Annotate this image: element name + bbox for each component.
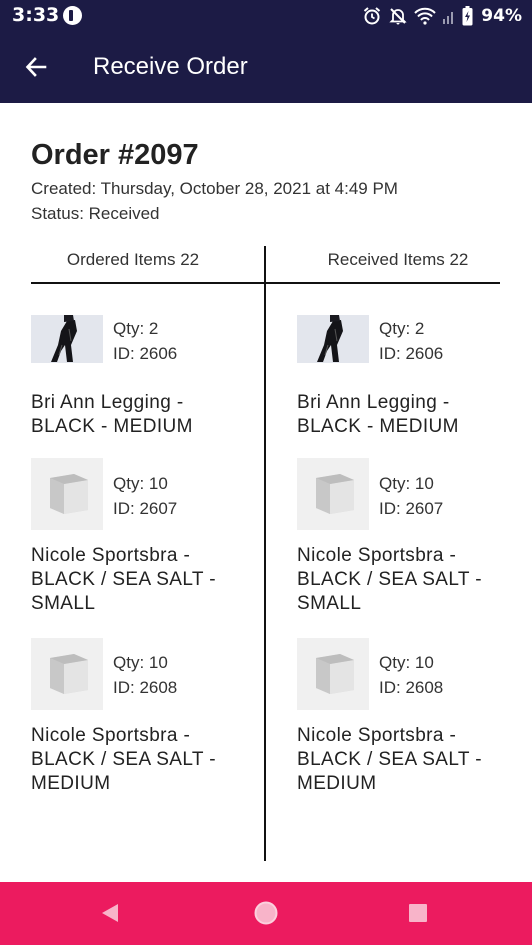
nav-home-button[interactable] (249, 896, 283, 930)
notification-icon (63, 6, 82, 25)
order-title: Order #2097 (31, 139, 199, 171)
item-name-line: Nicole Sportsbra - (297, 545, 457, 566)
item-qty: Qty: 2 (379, 319, 425, 338)
order-created: Created: Thursday, October 28, 2021 at 4… (31, 179, 398, 198)
alarm-icon (364, 6, 381, 24)
product-photo (31, 315, 103, 363)
home-circle-icon (254, 901, 278, 925)
item-name-line: MEDIUM (31, 773, 111, 794)
item-name-line: SMALL (297, 593, 362, 614)
item-qty: Qty: 10 (113, 653, 168, 672)
status-bar: 3:33 94% (0, 0, 532, 31)
wifi-icon (414, 7, 437, 25)
item-name-line: BLACK - MEDIUM (31, 416, 193, 437)
item-name: Nicole Sportsbra - BLACK / SEA SALT - ME… (297, 724, 527, 796)
order-content: Order #2097 Created: Thursday, October 2… (0, 103, 532, 882)
signal-icon (443, 11, 454, 24)
app-title: Receive Order (93, 53, 248, 80)
item-name-line: Nicole Sportsbra - (297, 725, 457, 746)
item-id: ID: 2606 (379, 344, 444, 363)
notifications-off-icon (389, 7, 407, 24)
placeholder-box-icon (297, 638, 369, 710)
nav-back-button[interactable] (93, 896, 127, 930)
placeholder-box-icon (31, 458, 103, 530)
received-items-header: Received Items 22 (327, 250, 469, 269)
item-name-line: Nicole Sportsbra - (31, 545, 191, 566)
ordered-items-header: Ordered Items 22 (66, 250, 200, 269)
app-bar: Receive Order (0, 31, 532, 103)
order-status: Status: Received (31, 204, 160, 223)
status-time: 3:33 (12, 4, 60, 26)
item-name-line: MEDIUM (297, 773, 377, 794)
item-id: ID: 2608 (113, 678, 178, 697)
item-name-line: Bri Ann Legging - (31, 392, 184, 413)
item-qty: Qty: 2 (113, 319, 159, 338)
item-name: Bri Ann Legging - BLACK - MEDIUM (297, 391, 527, 439)
back-button[interactable] (18, 49, 54, 85)
system-nav-bar (0, 882, 532, 945)
status-icons: 94% (362, 0, 522, 31)
back-triangle-icon (102, 904, 118, 922)
item-name: Nicole Sportsbra - BLACK / SEA SALT - SM… (31, 544, 261, 616)
item-id: ID: 2606 (113, 344, 178, 363)
item-name-line: BLACK - MEDIUM (297, 416, 459, 437)
placeholder-box-icon (31, 638, 103, 710)
placeholder-box-icon (297, 458, 369, 530)
item-id: ID: 2607 (113, 499, 178, 518)
item-name-line: BLACK / SEA SALT - (297, 749, 482, 770)
item-id: ID: 2608 (379, 678, 444, 697)
item-id: ID: 2607 (379, 499, 444, 518)
column-divider (264, 246, 266, 861)
item-name: Bri Ann Legging - BLACK - MEDIUM (31, 391, 261, 439)
item-name-line: BLACK / SEA SALT - (31, 569, 216, 590)
arrow-left-icon (25, 57, 47, 77)
item-name-line: SMALL (31, 593, 96, 614)
battery-icon (462, 5, 473, 25)
recents-square-icon (409, 904, 427, 922)
item-name-line: BLACK / SEA SALT - (31, 749, 216, 770)
item-name-line: BLACK / SEA SALT - (297, 569, 482, 590)
item-qty: Qty: 10 (113, 474, 168, 493)
item-name-line: Bri Ann Legging - (297, 392, 450, 413)
item-qty: Qty: 10 (379, 474, 434, 493)
nav-recents-button[interactable] (401, 896, 435, 930)
battery-percent: 94% (481, 5, 522, 26)
product-photo (297, 315, 369, 363)
item-qty: Qty: 10 (379, 653, 434, 672)
item-name: Nicole Sportsbra - BLACK / SEA SALT - SM… (297, 544, 527, 616)
item-name-line: Nicole Sportsbra - (31, 725, 191, 746)
item-name: Nicole Sportsbra - BLACK / SEA SALT - ME… (31, 724, 261, 796)
